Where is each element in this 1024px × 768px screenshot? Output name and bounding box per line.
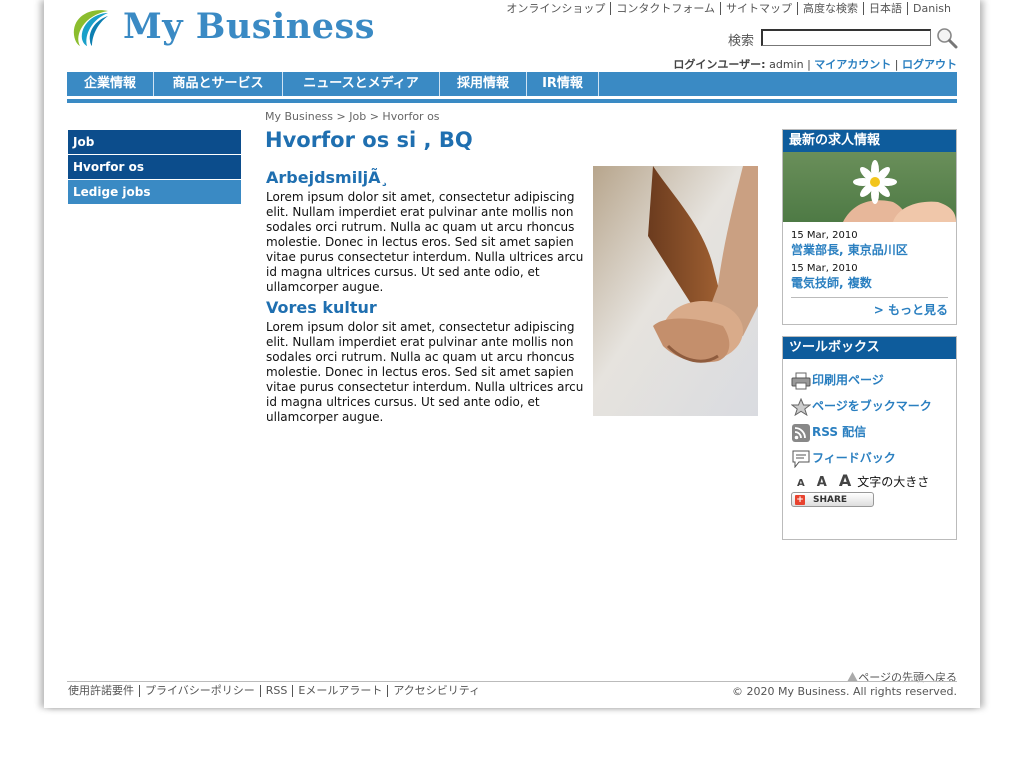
top-link-contact-form[interactable]: コンタクトフォーム (610, 2, 720, 15)
search-label: 検索 (728, 34, 755, 49)
footer-link-email-alert[interactable]: Eメールアラート (292, 685, 387, 697)
feedback-link[interactable]: フィードバック (783, 445, 956, 471)
latest-jobs-box: 最新の求人情報 15 Mar, 2010 営業部長, 東京品川区 15 Mar,… (782, 129, 957, 325)
bookmark-link[interactable]: ページをブックマーク (783, 393, 956, 419)
job-date: 15 Mar, 2010 (791, 230, 858, 241)
footer-divider (67, 681, 957, 682)
logout-link[interactable]: ログアウト (902, 58, 957, 71)
feedback-label: フィードバック (812, 451, 896, 465)
search-button[interactable] (936, 27, 958, 49)
star-icon (791, 398, 811, 416)
logo[interactable]: My Business (68, 5, 374, 49)
nav-item-products[interactable]: 商品とサービス (154, 72, 283, 96)
holding-hands-photo (593, 166, 758, 416)
login-label: ログインユーザー: (673, 58, 766, 71)
copyright: © 2020 My Business. All rights reserved. (731, 685, 957, 698)
rss-icon (792, 424, 810, 442)
nav-item-company[interactable]: 企業情報 (67, 72, 154, 96)
more-jobs-link[interactable]: > もっと見る (791, 297, 948, 324)
login-separator: | (807, 58, 811, 71)
section-text-culture: Lorem ipsum dolor sit amet, consectetur … (266, 320, 584, 424)
font-size-small[interactable]: A (797, 478, 805, 489)
footer-link-terms[interactable]: 使用許諾要件 (68, 685, 139, 697)
font-size-control: A A A 文字の大きさ (783, 471, 956, 490)
latest-jobs-title: 最新の求人情報 (783, 130, 956, 152)
footer-link-rss[interactable]: RSS (259, 685, 293, 697)
section-text-work-environment: Lorem ipsum dolor sit amet, consectetur … (266, 190, 584, 294)
login-user: admin (769, 58, 804, 71)
top-link-sitemap[interactable]: サイトマップ (720, 2, 797, 15)
bookmark-label: ページをブックマーク (812, 399, 932, 413)
footer-link-privacy[interactable]: プライバシーポリシー (139, 685, 260, 697)
nav-item-news[interactable]: ニュースとメディア (283, 72, 440, 96)
top-link-danish[interactable]: Danish (907, 2, 956, 15)
back-to-top-label: ページの先頭へ戻る (858, 671, 957, 684)
main-nav: 企業情報 商品とサービス ニュースとメディア 採用情報 IR情報 (67, 72, 957, 96)
search-input[interactable] (761, 29, 931, 46)
plus-icon: + (795, 494, 805, 505)
breadcrumb-current: Hvorfor os (382, 110, 440, 123)
breadcrumb-home[interactable]: My Business (265, 110, 333, 123)
page-title: Hvorfor os si , BQ (265, 128, 473, 152)
share-button[interactable]: + SHARE (791, 492, 874, 507)
toolbox-title: ツールボックス (783, 337, 956, 359)
sidebar-item-job[interactable]: Job (68, 130, 241, 154)
top-link-online-shop[interactable]: オンラインショップ (501, 2, 610, 15)
logo-text: My Business (123, 6, 375, 47)
breadcrumb-sep: > (369, 110, 379, 123)
font-size-large[interactable]: A (839, 471, 851, 490)
nav-item-careers[interactable]: 採用情報 (440, 72, 527, 96)
job-link-electrician[interactable]: 電気技師, 複数 (783, 274, 956, 291)
logo-swoosh-icon (73, 10, 108, 46)
share-label: SHARE (813, 494, 848, 505)
font-size-medium[interactable]: A (817, 475, 827, 490)
my-account-link[interactable]: マイアカウント (814, 58, 891, 71)
back-to-top-link[interactable]: ページの先頭へ戻る (847, 669, 957, 685)
flower-hands-photo (783, 152, 956, 222)
top-links: オンラインショップ コンタクトフォーム サイトマップ 高度な検索 日本語 Dan… (501, 2, 956, 15)
sidebar-menu: Job Hvorfor os Ledige jobs (68, 130, 241, 205)
nav-item-ir[interactable]: IR情報 (527, 72, 599, 96)
breadcrumb: My Business > Job > Hvorfor os (265, 110, 440, 123)
top-link-advanced-search[interactable]: 高度な検索 (797, 2, 863, 15)
rss-link[interactable]: RSS 配信 (783, 419, 956, 445)
job-date: 15 Mar, 2010 (791, 263, 858, 274)
rss-label: RSS 配信 (812, 425, 867, 439)
top-link-japanese[interactable]: 日本語 (863, 2, 907, 15)
print-page-link[interactable]: 印刷用ページ (783, 367, 956, 393)
breadcrumb-sep: > (336, 110, 346, 123)
breadcrumb-job[interactable]: Job (349, 110, 366, 123)
speech-bubble-icon (792, 450, 810, 468)
section-heading-culture: Vores kultur (266, 298, 377, 317)
print-page-label: 印刷用ページ (812, 373, 884, 387)
font-size-label: 文字の大きさ (857, 475, 930, 489)
nav-divider (67, 99, 957, 103)
footer-link-accessibility[interactable]: アクセシビリティ (387, 685, 485, 697)
login-bar: ログインユーザー: admin | マイアカウント | ログアウト (673, 56, 957, 72)
toolbox: ツールボックス 印刷用ページ ページをブックマーク RSS 配信 フィードバック (782, 336, 957, 540)
footer-links: 使用許諾要件 プライバシーポリシー RSS Eメールアラート アクセシビリティ (68, 685, 485, 697)
printer-icon (791, 372, 811, 390)
sidebar-item-hvorfor-os[interactable]: Hvorfor os (68, 155, 241, 179)
sidebar-item-ledige-jobs[interactable]: Ledige jobs (68, 180, 241, 204)
job-link-sales-manager[interactable]: 営業部長, 東京品川区 (783, 241, 956, 258)
login-separator: | (894, 58, 899, 71)
section-heading-work-environment: ArbejdsmiljÃ¸ (266, 168, 389, 187)
magnifier-icon (937, 28, 958, 49)
